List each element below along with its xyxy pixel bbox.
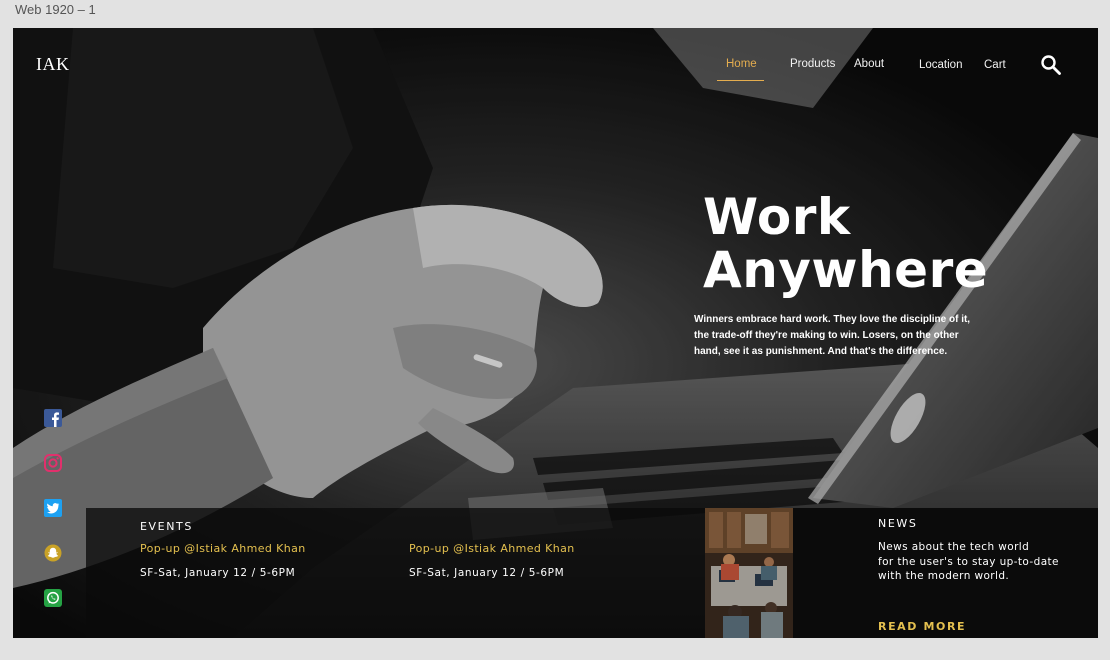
hero-headline: Work Anywhere [703, 191, 988, 297]
artboard-label: Web 1920 – 1 [15, 2, 96, 17]
twitter-link[interactable] [43, 498, 63, 518]
nav-products[interactable]: Products [790, 58, 835, 70]
news-line-1: News about the tech world [878, 541, 1030, 553]
twitter-icon [44, 499, 62, 517]
whatsapp-icon [44, 589, 62, 607]
hero-tagline: Winners embrace hard work. They love the… [694, 312, 994, 360]
tagline-line-2: the trade-off they're making to win. Los… [694, 330, 959, 341]
nav-home[interactable]: Home [726, 58, 757, 70]
whatsapp-link[interactable] [43, 588, 63, 608]
event-name[interactable]: Pop-up @Istiak Ahmed Khan [140, 542, 306, 555]
nav-location[interactable]: Location [919, 59, 962, 71]
events-title: EVENTS [140, 520, 193, 533]
news-panel: NEWS News about the tech world for the u… [793, 508, 1098, 638]
search-button[interactable] [1040, 54, 1062, 76]
news-thumbnail-image [705, 508, 793, 638]
nav-cart[interactable]: Cart [984, 59, 1006, 71]
tagline-line-1: Winners embrace hard work. They love the… [694, 314, 971, 325]
active-nav-indicator [717, 80, 764, 81]
news-description: News about the tech world for the user's… [878, 540, 1088, 584]
snapchat-link[interactable] [43, 543, 63, 563]
instagram-link[interactable] [43, 453, 63, 473]
instagram-icon [44, 454, 62, 472]
facebook-link[interactable] [43, 408, 63, 428]
read-more-link[interactable]: READ MORE [878, 620, 966, 633]
snapchat-icon [44, 544, 62, 562]
facebook-icon [44, 409, 62, 427]
news-line-2: for the user's to stay up-to-date [878, 555, 1059, 568]
headline-line-1: Work [703, 188, 851, 246]
news-title: NEWS [878, 517, 918, 530]
news-line-3: with the modern world. [878, 570, 1010, 582]
search-icon [1041, 55, 1061, 75]
tagline-line-3: hand, see it as punishment. And that's t… [694, 346, 948, 357]
brand-logo[interactable]: IAK [36, 54, 70, 75]
landing-page: IAK Home Products About Location Cart Wo… [13, 28, 1098, 638]
nav-about[interactable]: About [854, 58, 884, 70]
headline-line-2: Anywhere [703, 241, 989, 299]
event-date: SF-Sat, January 12 / 5-6PM [409, 567, 565, 579]
event-date: SF-Sat, January 12 / 5-6PM [140, 567, 296, 579]
events-panel: EVENTS Pop-up @Istiak Ahmed Khan SF-Sat,… [86, 508, 706, 638]
event-name[interactable]: Pop-up @Istiak Ahmed Khan [409, 542, 575, 555]
